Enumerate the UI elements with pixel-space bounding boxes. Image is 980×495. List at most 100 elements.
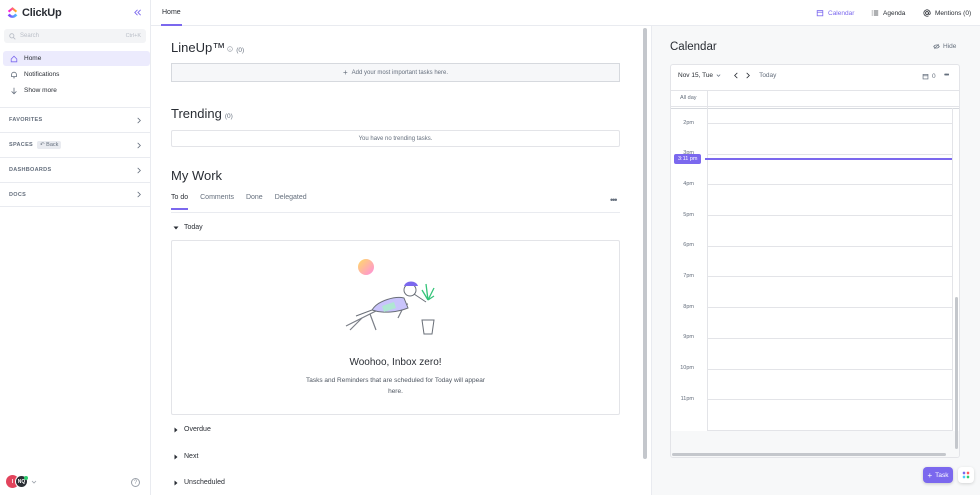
main-scrollbar[interactable]: [643, 28, 647, 459]
hour-label: 7pm: [683, 273, 694, 279]
apps-grid-button[interactable]: [958, 467, 974, 483]
eye-off-icon: [933, 43, 940, 50]
info-icon[interactable]: [227, 46, 233, 52]
section-dashboards[interactable]: DASHBOARDS: [0, 157, 151, 182]
group-next[interactable]: Next: [173, 453, 198, 460]
trending-header: Trending (0): [171, 106, 233, 121]
sidebar-item-home[interactable]: Home: [3, 51, 150, 66]
bell-icon: [10, 71, 19, 79]
mentions-label: Mentions (0): [935, 9, 972, 17]
hour-label: 4pm: [683, 181, 694, 187]
divider: [171, 212, 620, 213]
new-task-button[interactable]: + Task: [923, 467, 953, 483]
back-label: Back: [46, 142, 59, 148]
at-sign-icon: [923, 9, 931, 17]
collapse-sidebar-icon[interactable]: [133, 8, 142, 17]
hide-label: Hide: [943, 43, 957, 50]
sidebar-item-show-more[interactable]: Show more: [3, 83, 150, 98]
sidebar-item-label: Notifications: [24, 71, 60, 78]
section-label: DOCS: [9, 191, 27, 198]
hour-label: 5pm: [683, 212, 694, 218]
calendar-toggle-button[interactable]: Calendar: [816, 0, 854, 26]
agenda-button[interactable]: Agenda: [871, 0, 905, 26]
current-date: Nov 15, Tue: [678, 72, 714, 79]
hour-label: 11pm: [680, 396, 694, 402]
group-today[interactable]: Today: [173, 224, 203, 231]
divider: [671, 106, 959, 107]
caret-right-icon: [174, 480, 178, 485]
lineup-title: LineUp™: [171, 40, 226, 55]
mentions-button[interactable]: Mentions (0): [923, 0, 971, 26]
search-shortcut: Ctrl+K: [125, 33, 141, 39]
task-button-label: Task: [935, 471, 949, 479]
calendar-scrollbar-vertical[interactable]: [955, 297, 958, 449]
current-time-badge: 3:11 pm: [674, 154, 702, 164]
chevron-down-icon: [31, 480, 37, 484]
more-options-icon[interactable]: •••: [610, 195, 618, 205]
inbox-zero-illustration: [342, 256, 446, 340]
section-label: FAVORITES: [9, 117, 43, 123]
hour-label: 2pm: [683, 120, 694, 126]
group-overdue[interactable]: Overdue: [173, 426, 211, 433]
user-avatars[interactable]: I NQ: [6, 475, 37, 488]
plus-icon: +: [342, 68, 348, 77]
sidebar-item-label: Home: [24, 55, 42, 62]
lineup-add-label: Add your most important tasks here.: [351, 69, 449, 76]
scheduled-count-button[interactable]: 0: [922, 73, 936, 80]
chevron-down-icon: [716, 74, 721, 77]
hour-label: 6pm: [683, 242, 694, 248]
group-label: Unscheduled: [184, 479, 225, 486]
inbox-zero-title: Woohoo, Inbox zero!: [349, 357, 442, 368]
tab-delegated[interactable]: Delegated: [275, 194, 307, 210]
current-time-line: [705, 158, 952, 160]
chevron-right-icon[interactable]: [745, 72, 751, 79]
arrow-down-icon: [10, 87, 19, 95]
home-icon: [10, 55, 19, 63]
search-input[interactable]: Search Ctrl+K: [4, 29, 146, 43]
divider: [671, 90, 959, 91]
section-favorites[interactable]: FAVORITES: [0, 107, 151, 132]
tab-to-do[interactable]: To do: [171, 194, 189, 210]
hour-line: [707, 215, 952, 216]
online-status-dot: [24, 475, 28, 480]
scheduled-count: 0: [932, 73, 936, 80]
help-button[interactable]: ?: [131, 478, 140, 487]
group-label: Next: [184, 453, 199, 460]
divider: [671, 108, 959, 109]
hour-line: [707, 307, 952, 308]
caret-down-icon: [173, 226, 179, 229]
plus-icon: +: [927, 470, 933, 480]
calendar-more-icon[interactable]: •••: [944, 72, 949, 79]
calendar-title: Calendar: [670, 41, 717, 53]
tab-done[interactable]: Done: [246, 194, 263, 210]
tab-comments[interactable]: Comments: [200, 194, 234, 210]
my-work-title: My Work: [171, 168, 223, 183]
search-icon: [9, 32, 16, 40]
hour-label: 8pm: [683, 304, 694, 310]
hour-line: [707, 246, 952, 247]
top-bar: Home Calendar Agenda Mentions (0): [151, 0, 980, 26]
calendar-scrollbar-horizontal[interactable]: [672, 453, 946, 456]
hide-calendar-button[interactable]: Hide: [933, 43, 956, 50]
grid-icon: [962, 471, 970, 479]
back-badge[interactable]: ↶ Back: [37, 141, 62, 149]
hour-line: [707, 276, 952, 277]
lineup-add-button[interactable]: + Add your most important tasks here.: [171, 63, 620, 82]
chevron-left-icon[interactable]: [733, 72, 739, 79]
chevron-right-icon: [136, 117, 142, 124]
hour-line: [707, 123, 952, 124]
today-button[interactable]: Today: [759, 72, 776, 79]
group-unscheduled[interactable]: Unscheduled: [173, 479, 225, 486]
section-docs[interactable]: DOCS: [0, 182, 151, 207]
section-spaces[interactable]: SPACES ↶ Back: [0, 132, 151, 157]
sidebar-item-notifications[interactable]: Notifications: [3, 67, 150, 82]
calendar-icon: [816, 10, 824, 17]
hour-label: 10pm: [680, 365, 694, 371]
section-label: SPACES: [9, 142, 34, 148]
calendar-date-nav: Nov 15, Tue Today: [678, 72, 776, 79]
calendar-card: [670, 64, 960, 458]
date-picker-button[interactable]: Nov 15, Tue: [678, 72, 721, 79]
tab-home[interactable]: Home: [161, 0, 182, 26]
clickup-logo[interactable]: ClickUp: [6, 6, 62, 19]
my-work-tabs: To do Comments Done Delegated: [171, 194, 307, 210]
